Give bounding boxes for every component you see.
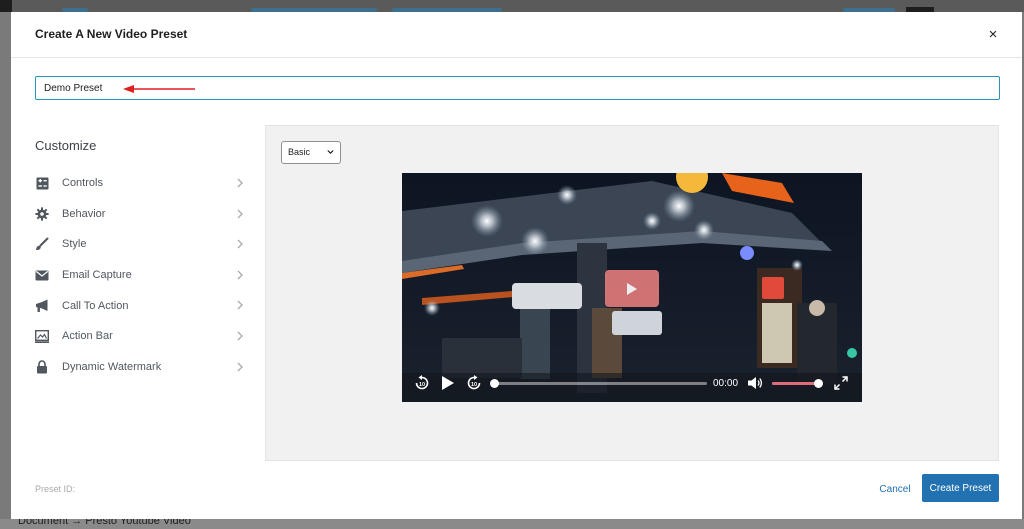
- sidebar-item-behavior[interactable]: Behavior: [35, 199, 245, 230]
- time-display: 00:00: [713, 378, 739, 389]
- action-bar-icon: [35, 329, 49, 343]
- fullscreen-icon[interactable]: [834, 376, 848, 390]
- skin-select[interactable]: Basic: [281, 141, 341, 164]
- volume-slider[interactable]: [772, 379, 823, 388]
- chevron-right-icon: [237, 331, 243, 341]
- preset-id-label: Preset ID:: [35, 484, 76, 494]
- big-play-button[interactable]: [605, 270, 659, 307]
- forward-10-icon[interactable]: 10: [466, 375, 482, 391]
- customize-menu: Controls Behavior Style Email Capture Ca…: [35, 168, 245, 382]
- chevron-right-icon: [237, 209, 243, 219]
- megaphone-icon: [35, 299, 49, 313]
- sidebar-item-label: Action Bar: [62, 330, 113, 343]
- lock-icon: [35, 360, 49, 374]
- background-wp-logo: [0, 0, 12, 12]
- play-icon[interactable]: [441, 375, 455, 391]
- envelope-icon: [35, 268, 49, 282]
- volume-handle[interactable]: [813, 379, 823, 388]
- background-admin-bar: [0, 0, 1024, 12]
- sidebar-item-label: Style: [62, 238, 87, 251]
- sidebar-item-label: Behavior: [62, 207, 106, 220]
- sidebar-item-dynamic-watermark[interactable]: Dynamic Watermark: [35, 352, 245, 383]
- volume-icon[interactable]: [748, 376, 763, 390]
- play-icon: [627, 282, 637, 295]
- rewind-10-icon[interactable]: 10: [414, 375, 430, 391]
- cancel-button[interactable]: Cancel: [875, 480, 915, 500]
- modal-title: Create A New Video Preset: [35, 27, 188, 41]
- chevron-right-icon: [237, 362, 243, 372]
- volume-fill: [772, 382, 818, 385]
- sidebar-item-call-to-action[interactable]: Call To Action: [35, 290, 245, 321]
- sidebar-item-label: Controls: [62, 177, 103, 190]
- close-button[interactable]: ×: [984, 26, 1002, 44]
- chevron-right-icon: [237, 300, 243, 310]
- chevron-right-icon: [237, 178, 243, 188]
- sidebar-item-action-bar[interactable]: Action Bar: [35, 321, 245, 352]
- modal-header: Create A New Video Preset ×: [11, 12, 1022, 58]
- controls-icon: [35, 176, 49, 190]
- sidebar-title: Customize: [35, 138, 97, 153]
- sidebar-item-label: Dynamic Watermark: [62, 360, 162, 373]
- sidebar-item-controls[interactable]: Controls: [35, 168, 245, 199]
- create-preset-modal: Create A New Video Preset × Customize Co…: [11, 12, 1022, 519]
- pointer-arrow-icon: [123, 85, 195, 93]
- svg-text:10: 10: [419, 382, 425, 388]
- preview-panel: Basic 10 10 00:00: [265, 125, 999, 461]
- player-controls: 10 10 00:00: [402, 371, 862, 397]
- create-preset-button[interactable]: Create Preset: [922, 474, 999, 502]
- progress-handle[interactable]: [490, 379, 499, 388]
- svg-text:10: 10: [471, 382, 477, 388]
- sidebar-item-label: Call To Action: [62, 299, 129, 312]
- skin-select-value: Basic: [288, 147, 311, 157]
- gear-icon: [35, 207, 49, 221]
- sidebar-item-label: Email Capture: [62, 269, 132, 282]
- brush-icon: [35, 237, 49, 251]
- chevron-down-icon: [327, 150, 334, 155]
- chevron-right-icon: [237, 270, 243, 280]
- sidebar-item-style[interactable]: Style: [35, 229, 245, 260]
- sidebar-item-email-capture[interactable]: Email Capture: [35, 260, 245, 291]
- video-player[interactable]: 10 10 00:00: [402, 173, 862, 402]
- progress-bar[interactable]: [490, 379, 707, 388]
- chevron-right-icon: [237, 239, 243, 249]
